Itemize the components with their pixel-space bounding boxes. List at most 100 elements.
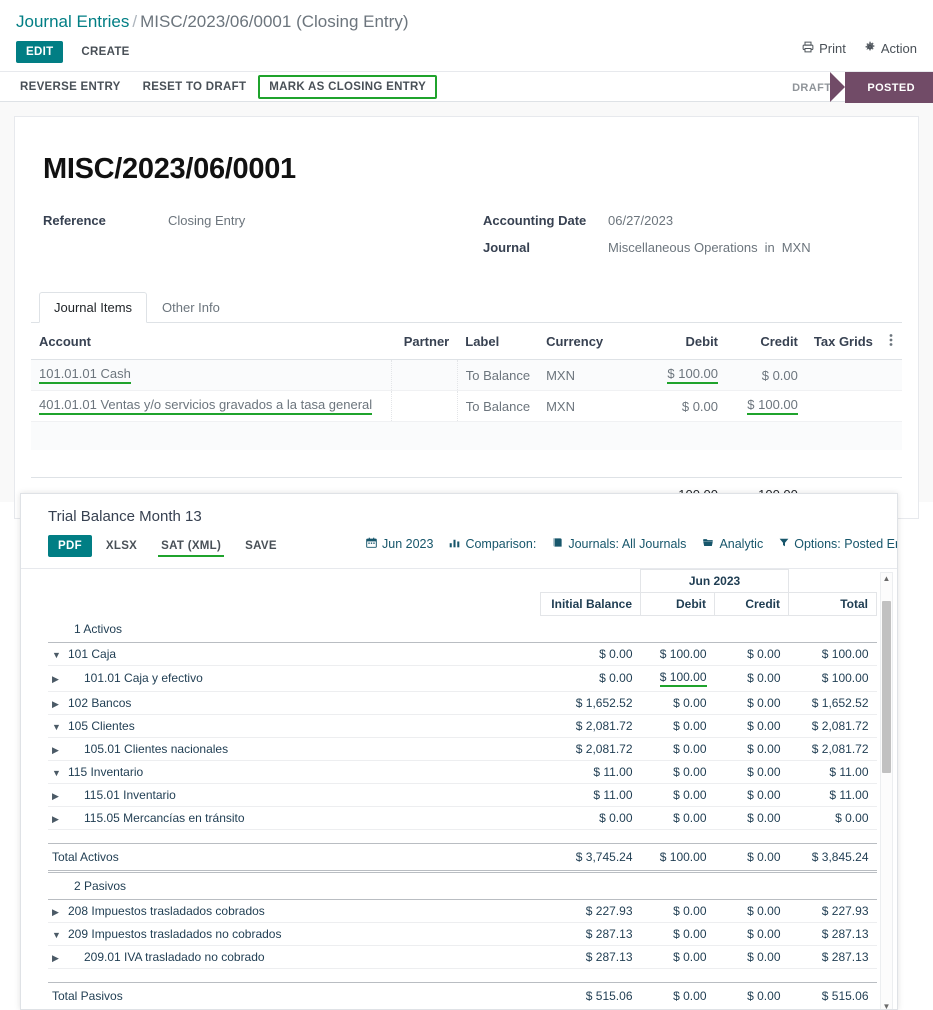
cell-credit[interactable]: $ 0.00 <box>715 945 789 968</box>
cell-total[interactable]: $ 287.13 <box>789 922 877 945</box>
cell-account-name[interactable]: ▶115.05 Mercancías en tránsito <box>48 806 541 829</box>
col-credit[interactable]: Credit <box>715 593 789 616</box>
scroll-down-icon[interactable]: ▼ <box>881 1001 892 1010</box>
cell-total[interactable]: $ 0.00 <box>789 806 877 829</box>
chevron-right-icon[interactable]: ▶ <box>52 953 66 964</box>
table-row[interactable]: ▼115 Inventario$ 11.00$ 0.00$ 0.00$ 11.0… <box>48 760 877 783</box>
col-credit[interactable]: Credit <box>726 323 806 360</box>
cell-initial-balance[interactable]: $ 227.93 <box>541 899 641 922</box>
cell-initial-balance[interactable]: $ 287.13 <box>541 922 641 945</box>
chevron-right-icon[interactable]: ▶ <box>52 814 66 825</box>
cell-credit[interactable]: $ 0.00 <box>715 665 789 691</box>
cell-partner[interactable] <box>391 360 457 391</box>
cell-credit[interactable]: $ 0.00 <box>715 714 789 737</box>
chevron-right-icon[interactable]: ▶ <box>52 907 66 918</box>
cell-tax-grids[interactable] <box>806 391 881 422</box>
cell-account[interactable]: 401.01.01 Ventas y/o servicios gravados … <box>31 391 391 422</box>
cell-label[interactable]: To Balance <box>457 391 538 422</box>
cell-total[interactable]: $ 100.00 <box>789 642 877 665</box>
cell-credit[interactable]: $ 0.00 <box>715 783 789 806</box>
scrollbar-thumb[interactable] <box>882 601 891 773</box>
cell-initial-balance[interactable]: $ 0.00 <box>541 642 641 665</box>
print-menu[interactable]: Print <box>802 41 846 56</box>
cell-initial-balance[interactable]: $ 2,081.72 <box>541 714 641 737</box>
cell-debit[interactable]: $ 100.00 <box>641 665 715 691</box>
chevron-right-icon[interactable]: ▶ <box>52 699 66 710</box>
reference-value[interactable]: Closing Entry <box>168 212 245 230</box>
chevron-right-icon[interactable]: ▶ <box>52 791 66 802</box>
cell-debit[interactable]: $ 0.00 <box>641 899 715 922</box>
cell-debit[interactable]: $ 0.00 <box>641 691 715 714</box>
cell-label[interactable]: To Balance <box>457 360 538 391</box>
action-menu[interactable]: Action <box>864 41 917 56</box>
cell-account-name[interactable]: ▼115 Inventario <box>48 760 541 783</box>
cell-credit[interactable]: $ 0.00 <box>715 922 789 945</box>
reverse-entry-button[interactable]: REVERSE ENTRY <box>10 76 131 98</box>
cell-debit[interactable]: $ 0.00 <box>641 760 715 783</box>
cell-account[interactable]: 101.01.01 Cash <box>31 360 391 391</box>
cell-partner[interactable] <box>391 391 457 422</box>
cell-credit[interactable]: $ 0.00 <box>715 806 789 829</box>
table-row[interactable]: ▶101.01 Caja y efectivo$ 0.00$ 100.00$ 0… <box>48 665 877 691</box>
breadcrumb-root[interactable]: Journal Entries <box>16 12 129 31</box>
cell-credit[interactable]: $ 0.00 <box>715 737 789 760</box>
cell-account-name[interactable]: ▶115.01 Inventario <box>48 783 541 806</box>
col-total[interactable]: Total <box>789 593 877 616</box>
cell-credit[interactable]: $ 0.00 <box>715 760 789 783</box>
export-xlsx-button[interactable]: XLSX <box>96 535 147 557</box>
cell-total[interactable]: $ 2,081.72 <box>789 714 877 737</box>
filter-options[interactable]: Options: Posted Entries Only <box>779 537 898 551</box>
cell-total[interactable]: $ 100.00 <box>789 665 877 691</box>
cell-total[interactable]: $ 2,081.72 <box>789 737 877 760</box>
cell-initial-balance[interactable]: $ 0.00 <box>541 806 641 829</box>
cell-initial-balance[interactable]: $ 2,081.72 <box>541 737 641 760</box>
cell-account-name[interactable]: ▼101 Caja <box>48 642 541 665</box>
table-row[interactable]: ▼105 Clientes$ 2,081.72$ 0.00$ 0.00$ 2,0… <box>48 714 877 737</box>
cell-debit[interactable]: $ 0.00 <box>641 783 715 806</box>
reset-to-draft-button[interactable]: RESET TO DRAFT <box>133 76 257 98</box>
cell-currency[interactable]: MXN <box>538 360 646 391</box>
filter-journals[interactable]: Journals: All Journals <box>552 537 686 551</box>
edit-button[interactable]: EDIT <box>16 41 63 63</box>
cell-total[interactable]: $ 1,652.52 <box>789 691 877 714</box>
cell-account-name[interactable]: ▼209 Impuestos trasladados no cobrados <box>48 922 541 945</box>
accounting-date-value[interactable]: 06/27/2023 <box>608 212 673 230</box>
col-initial-balance[interactable]: Initial Balance <box>541 593 641 616</box>
chevron-down-icon[interactable]: ▼ <box>52 650 66 660</box>
table-row[interactable]: ▼209 Impuestos trasladados no cobrados$ … <box>48 922 877 945</box>
cell-currency[interactable]: MXN <box>538 391 646 422</box>
chevron-down-icon[interactable]: ▼ <box>52 930 66 940</box>
table-row[interactable]: ▶115.01 Inventario$ 11.00$ 0.00$ 0.00$ 1… <box>48 783 877 806</box>
chevron-down-icon[interactable]: ▼ <box>52 768 66 778</box>
col-debit[interactable]: Debit <box>646 323 726 360</box>
cell-debit[interactable]: $ 0.00 <box>641 922 715 945</box>
cell-debit[interactable]: $ 0.00 <box>646 391 726 422</box>
cell-debit[interactable]: $ 100.00 <box>646 360 726 391</box>
cell-credit[interactable]: $ 0.00 <box>715 642 789 665</box>
table-row[interactable]: ▶102 Bancos$ 1,652.52$ 0.00$ 0.00$ 1,652… <box>48 691 877 714</box>
cell-total[interactable]: $ 287.13 <box>789 945 877 968</box>
status-badge-posted[interactable]: POSTED <box>845 72 933 103</box>
col-label[interactable]: Label <box>457 323 538 360</box>
table-empty-row[interactable] <box>31 422 902 450</box>
cell-total[interactable]: $ 11.00 <box>789 760 877 783</box>
cell-initial-balance[interactable]: $ 11.00 <box>541 760 641 783</box>
tab-journal-items[interactable]: Journal Items <box>39 292 147 323</box>
cell-credit[interactable]: $ 0.00 <box>715 899 789 922</box>
cell-tax-grids[interactable] <box>806 360 881 391</box>
cell-debit[interactable]: $ 0.00 <box>641 737 715 760</box>
col-partner[interactable]: Partner <box>391 323 457 360</box>
mark-as-closing-entry-button[interactable]: MARK AS CLOSING ENTRY <box>258 75 437 99</box>
cell-debit[interactable]: $ 100.00 <box>641 642 715 665</box>
vertical-scrollbar[interactable]: ▲ ▼ <box>880 572 893 1010</box>
chevron-right-icon[interactable]: ▶ <box>52 674 66 685</box>
table-row[interactable]: ▼101 Caja$ 0.00$ 100.00$ 0.00$ 100.00 <box>48 642 877 665</box>
cell-total[interactable]: $ 11.00 <box>789 783 877 806</box>
kebab-menu-icon[interactable] <box>881 323 902 360</box>
journal-value[interactable]: Miscellaneous Operations <box>608 239 758 257</box>
journal-currency-value[interactable]: MXN <box>782 239 811 257</box>
cell-account-name[interactable]: ▶209.01 IVA trasladado no cobrado <box>48 945 541 968</box>
create-button[interactable]: CREATE <box>71 41 139 63</box>
cell-account-name[interactable]: ▶208 Impuestos trasladados cobrados <box>48 899 541 922</box>
filter-comparison[interactable]: Comparison: <box>449 537 536 551</box>
